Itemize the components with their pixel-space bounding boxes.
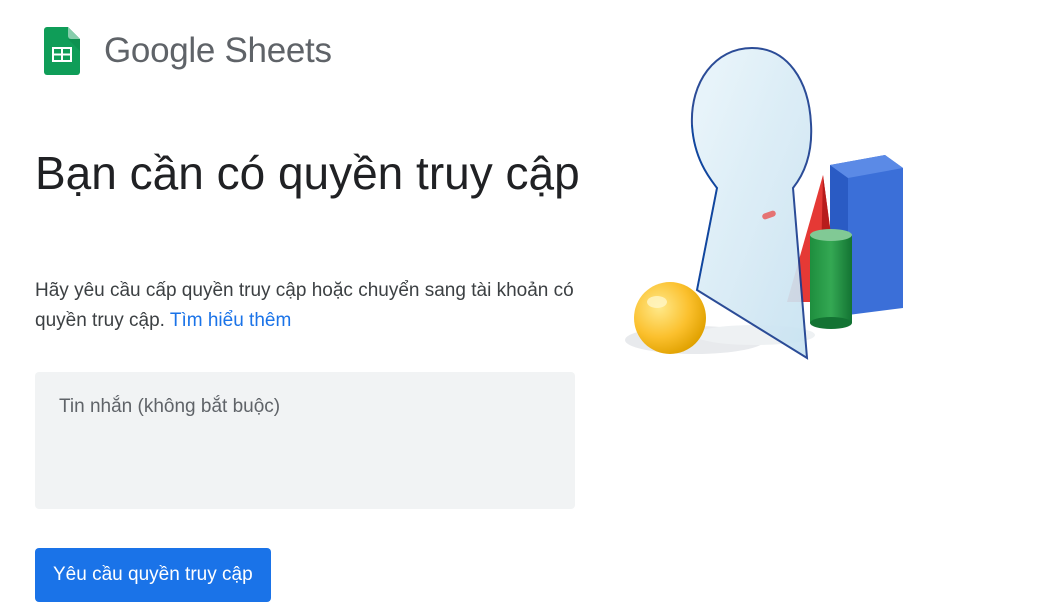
message-field[interactable] [35,372,575,509]
description: Hãy yêu cầu cấp quyền truy cập hoặc chuy… [35,276,595,336]
description-text: Hãy yêu cầu cấp quyền truy cập hoặc chuy… [35,280,574,331]
app-logo: Google Sheets [44,26,332,76]
learn-more-link[interactable]: Tìm hiểu thêm [170,310,291,331]
brand-name: Google Sheets [104,31,332,70]
keyhole-with-shapes-illustration [625,46,903,360]
google-sheets-icon [44,27,80,75]
request-access-button[interactable]: Yêu cầu quyền truy cập [35,548,271,602]
page-title: Bạn cần có quyền truy cập [35,147,580,199]
